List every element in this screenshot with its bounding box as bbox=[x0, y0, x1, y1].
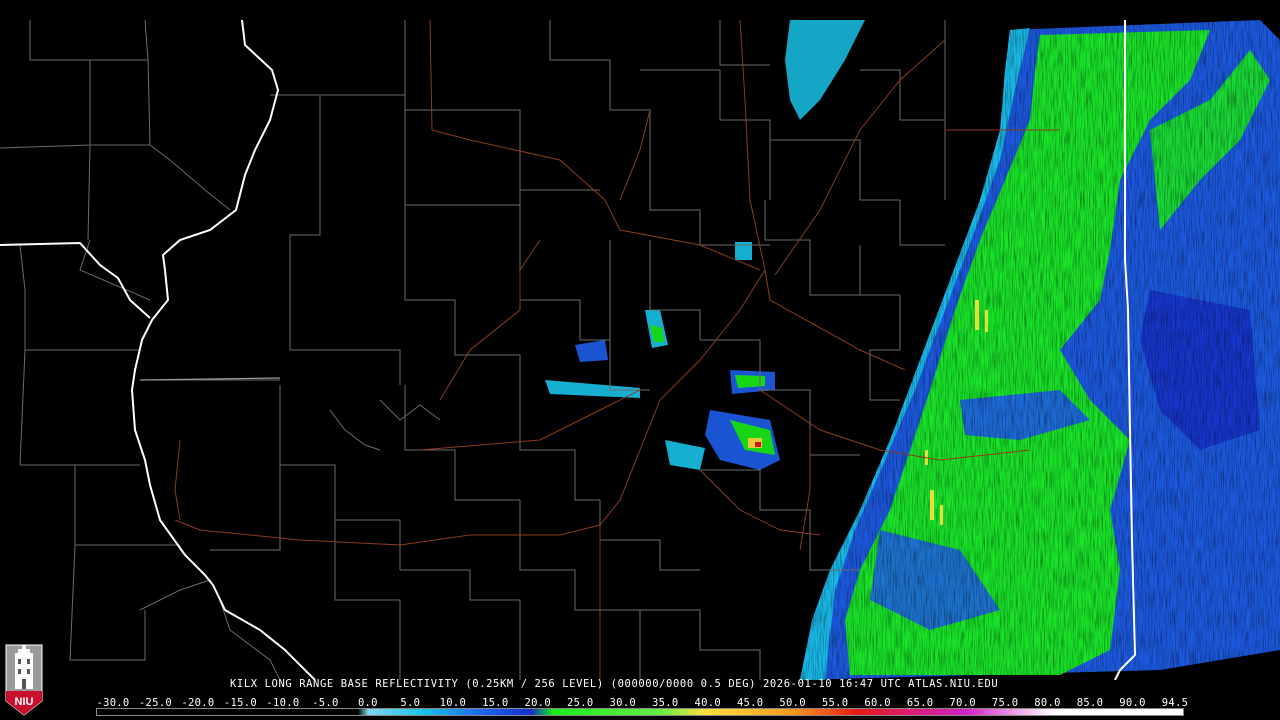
ground-clutter bbox=[545, 242, 780, 470]
radar-map-canvas bbox=[0, 19, 1280, 680]
radar-map bbox=[0, 10, 1280, 680]
reflectivity-colorbar bbox=[96, 708, 1184, 716]
logo-text: NIU bbox=[15, 696, 34, 708]
university-tower-logo: NIU bbox=[5, 644, 43, 716]
iowa-missouri-border bbox=[0, 241, 151, 319]
precipitation-band bbox=[780, 20, 1280, 680]
mississippi-river-border bbox=[130, 19, 316, 680]
caption-text: KILX LONG RANGE BASE REFLECTIVITY (0.25K… bbox=[230, 678, 999, 690]
